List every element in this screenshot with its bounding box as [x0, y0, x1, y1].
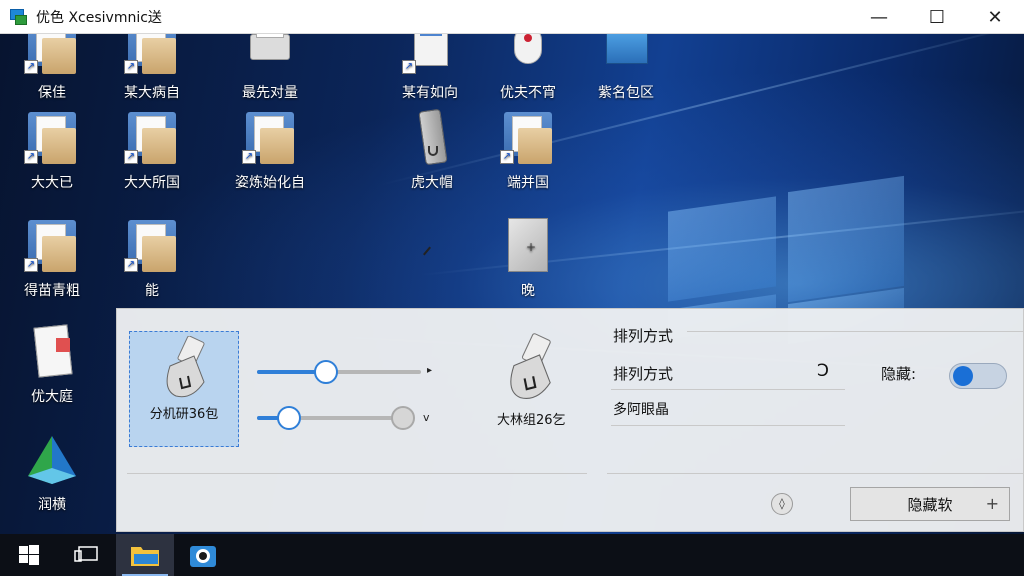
selected-device-label: 分机研36包	[149, 407, 219, 422]
folder-shortcut-icon: ↗	[500, 110, 556, 166]
close-button[interactable]: ✕	[966, 0, 1024, 34]
start-icon[interactable]	[0, 534, 58, 576]
slider-1[interactable]	[257, 360, 421, 384]
desktop-icon[interactable]: 虎大帽	[382, 108, 482, 192]
desktop-icon[interactable]: ↗ 姿炼始化自	[220, 110, 320, 192]
slider-1-arrow: ▸	[427, 365, 433, 376]
desktop-icon[interactable]: ↗ 得苗青粗	[2, 218, 102, 300]
folder-shortcut-icon: ↗	[24, 34, 80, 76]
desktop-icon[interactable]: ↗ 保佳	[2, 34, 102, 102]
desktop-icon[interactable]: 最先对量	[220, 34, 320, 102]
divider	[127, 473, 587, 474]
slider-2-end-knob[interactable]	[391, 406, 415, 430]
pyramid-app-icon	[24, 432, 80, 488]
section-heading: 排列方式	[613, 327, 674, 345]
info-icon[interactable]: ◊	[771, 493, 793, 515]
hide-software-button[interactable]: 隐藏软 +	[850, 487, 1010, 521]
divider	[611, 389, 845, 390]
store-icon[interactable]	[174, 534, 232, 576]
file-explorer-icon[interactable]	[116, 534, 174, 576]
folder-shortcut-icon: ↗	[124, 218, 180, 274]
mouse-icon	[500, 34, 556, 76]
sort-label[interactable]: 排列方式	[613, 363, 673, 384]
desktop-icon[interactable]: 润横	[2, 432, 102, 514]
document-icon	[24, 324, 80, 380]
slider-2-thumb[interactable]	[277, 406, 302, 430]
desktop-icon[interactable]: ↗ 某大病自	[102, 34, 202, 102]
mouse-cursor	[423, 246, 431, 256]
document-shortcut-icon: ↗	[402, 34, 458, 76]
desktop-icon[interactable]: 优大庭	[2, 324, 102, 406]
folder-shortcut-icon: ↗	[242, 110, 298, 166]
selected-device-tile[interactable]: 分机研36包	[129, 331, 239, 447]
folder-shortcut-icon: ↗	[124, 34, 180, 76]
desktop-icon[interactable]: ↗ 大大已	[2, 110, 102, 192]
app-icon	[10, 8, 28, 26]
toggle-knob	[953, 366, 973, 386]
hide-label: 隐藏:	[881, 365, 917, 383]
divider	[611, 425, 845, 426]
folder-shortcut-icon: ↗	[24, 218, 80, 274]
divider	[607, 473, 1024, 474]
desktop-icon[interactable]: 优夫不宵	[478, 34, 578, 102]
second-device-label: 大林组26乞	[497, 413, 566, 428]
maximize-button[interactable]: ☐	[908, 0, 966, 34]
grey-tile-icon: +	[500, 218, 556, 274]
sort-icon[interactable]: Ↄ	[817, 361, 829, 381]
desktop-icon[interactable]: ↗ 某有如向	[380, 34, 480, 102]
taskbar	[0, 534, 1024, 576]
divider	[687, 331, 1023, 332]
desktop-icon[interactable]: ↗ 大大所国	[102, 110, 202, 192]
window-controls: — ☐ ✕	[850, 0, 1024, 34]
slider-2[interactable]	[257, 406, 415, 430]
slider-2-arrow: v	[423, 411, 430, 424]
usb-drive-icon	[510, 333, 551, 399]
sub-text: 多阿眼晶	[613, 402, 669, 418]
hide-toggle[interactable]	[949, 363, 1007, 389]
usb-drive-icon	[166, 336, 205, 398]
remote-icon	[404, 108, 460, 166]
minimize-button[interactable]: —	[850, 0, 908, 34]
folder-shortcut-icon: ↗	[124, 110, 180, 166]
printer-icon	[242, 34, 298, 76]
desktop-icon[interactable]: + 晚	[478, 218, 578, 300]
hide-software-button-label: 隐藏软	[907, 495, 953, 514]
desktop-icon[interactable]: 紫名包区	[576, 34, 676, 102]
wallpaper-pane	[788, 175, 904, 303]
wallpaper-pane	[668, 196, 776, 302]
window-title: 优色 Xcesivmnic送	[36, 9, 162, 26]
desktop-icon[interactable]: ↗ 端并国	[478, 110, 578, 192]
title-bar: 优色 Xcesivmnic送 — ☐ ✕	[0, 0, 1024, 34]
task-view-icon[interactable]	[58, 534, 116, 576]
desktop-icon[interactable]: ↗ 能	[102, 218, 202, 300]
slider-1-thumb[interactable]	[313, 360, 338, 384]
plus-icon: +	[985, 494, 999, 513]
folder-shortcut-icon: ↗	[24, 110, 80, 166]
device-panel: 分机研36包 ▸ v 大林组26乞 排列方式 排列方式 Ↄ 隐藏: 多阿眼晶 ◊…	[116, 308, 1024, 532]
blue-box-icon	[598, 34, 654, 76]
